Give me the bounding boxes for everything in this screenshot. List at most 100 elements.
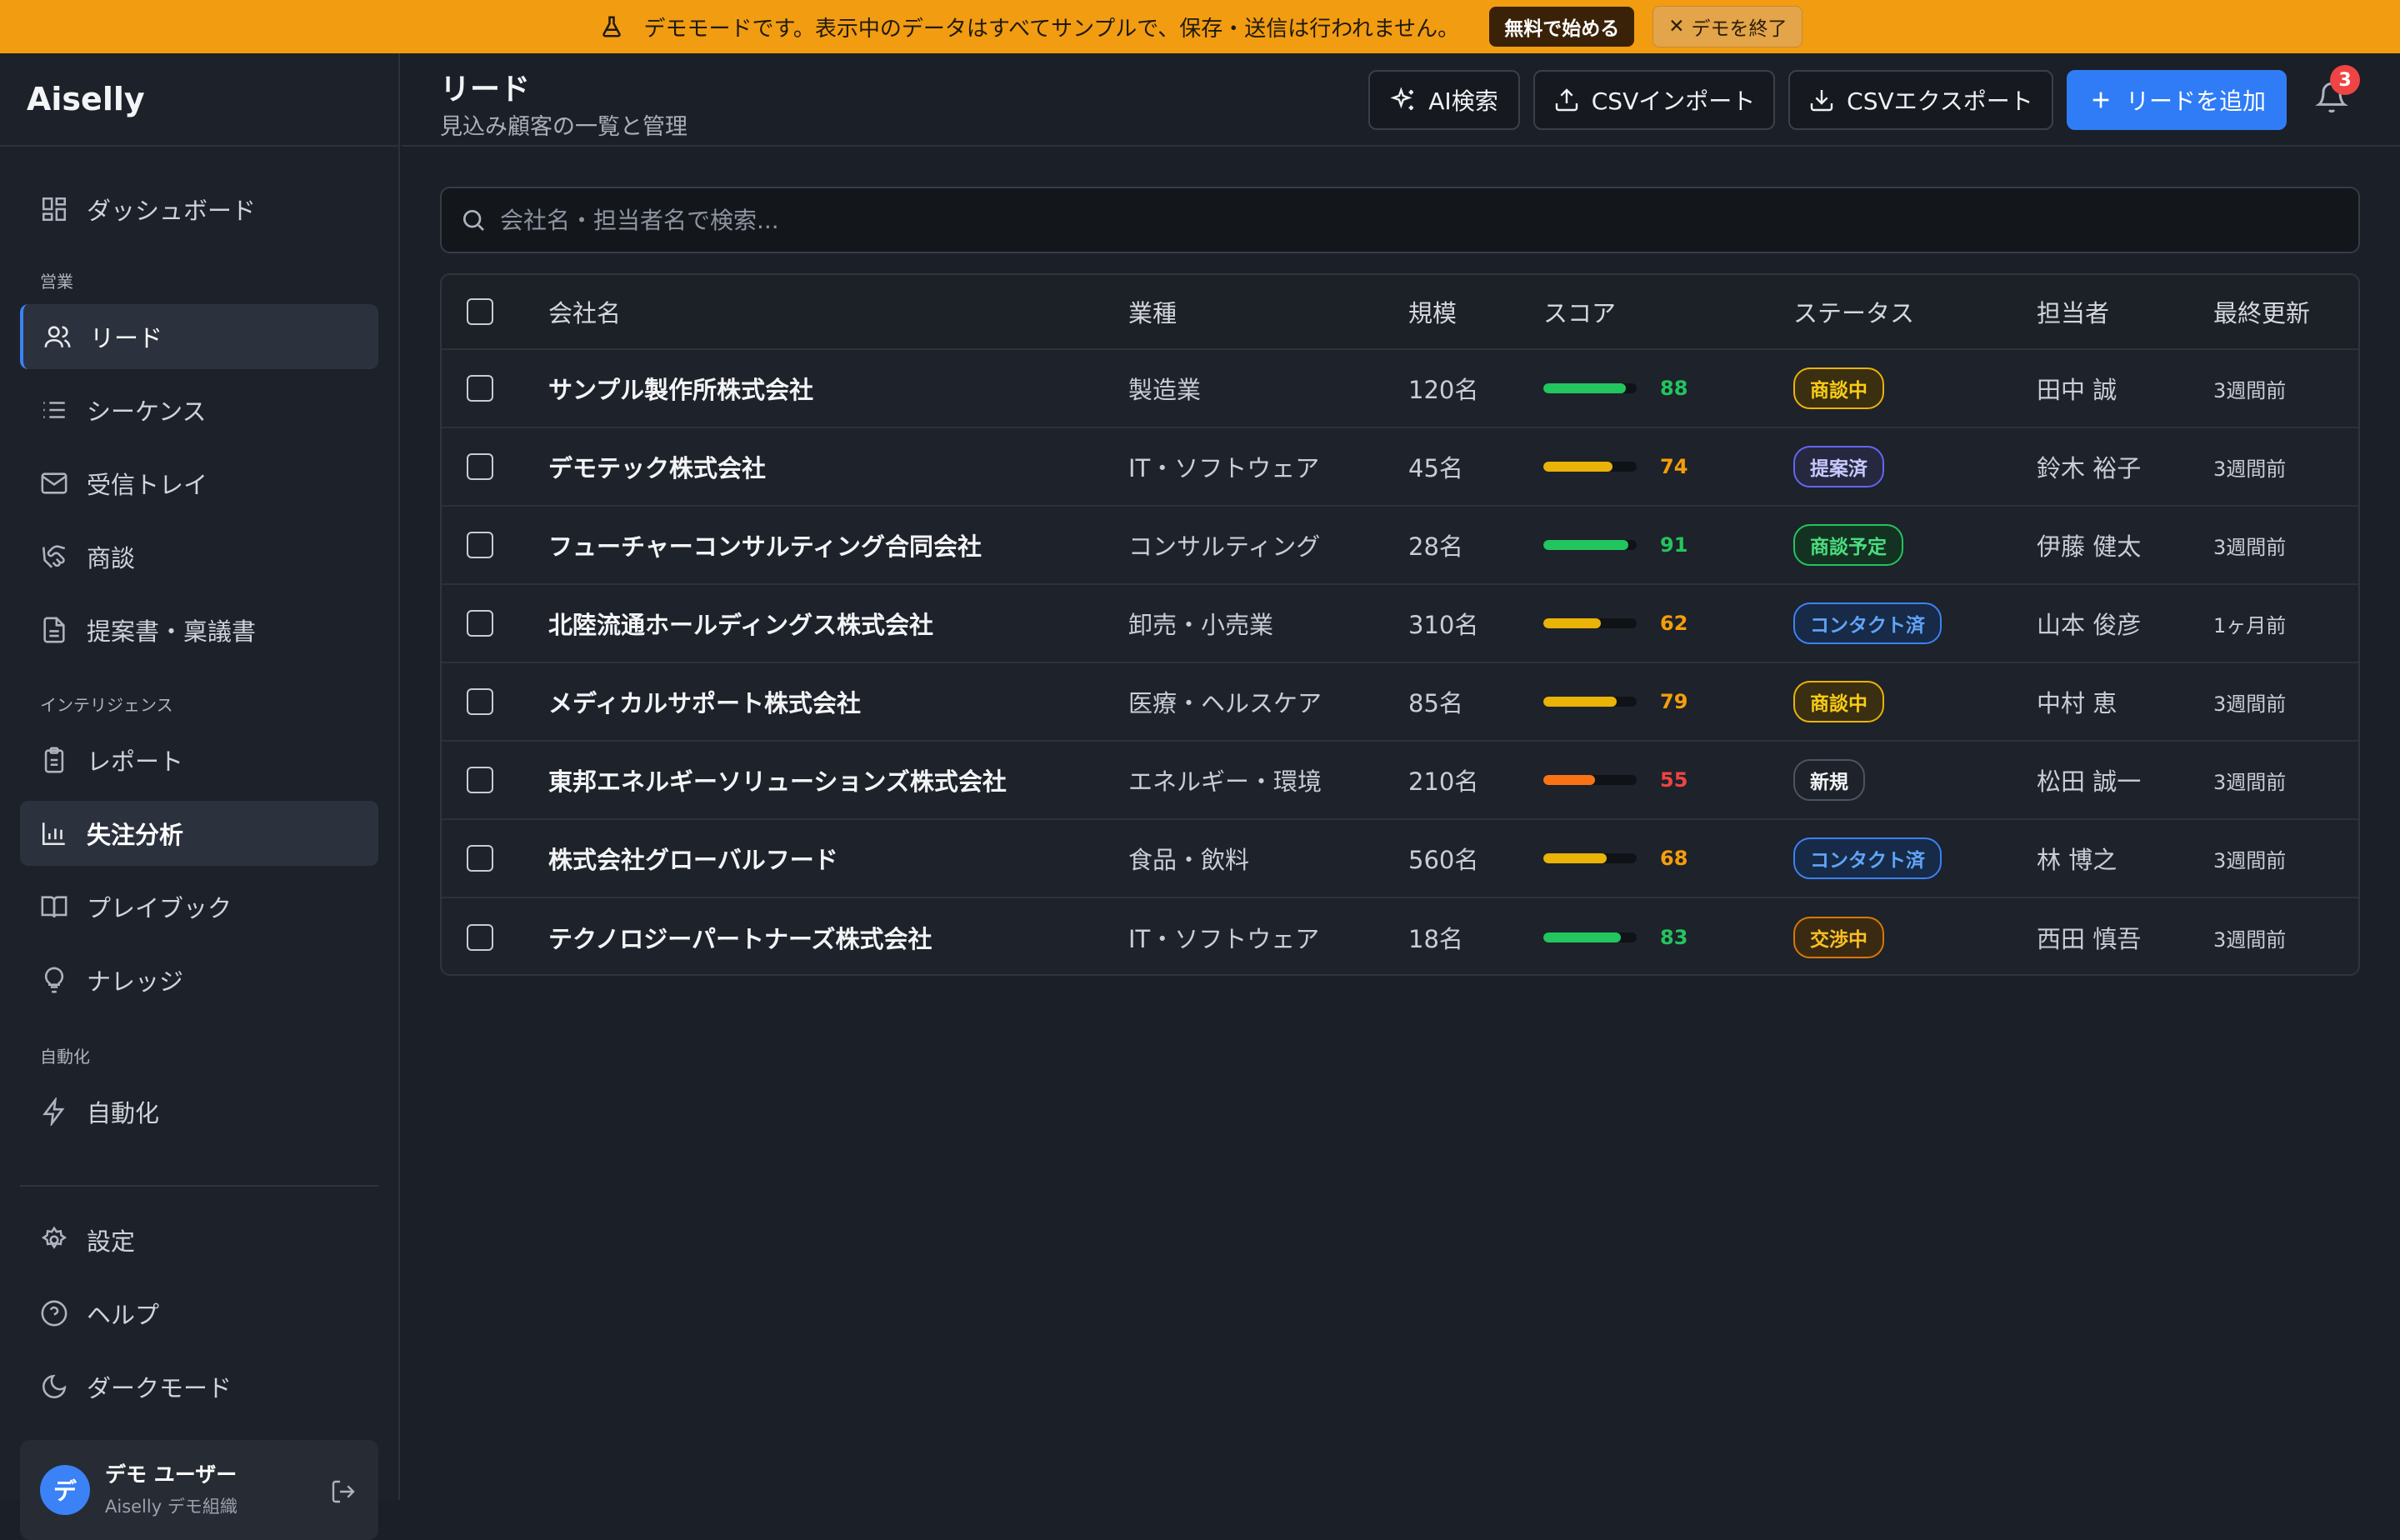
sidebar-item-reports[interactable]: レポート [20, 728, 378, 792]
table-row[interactable]: サンプル製作所株式会社 製造業 120名 88 商談中 田中 誠 3週間前 [442, 350, 2358, 428]
table-row[interactable]: テクノロジーパートナーズ株式会社 IT・ソフトウェア 18名 83 交渉中 西田 慎吾 3週… [442, 898, 2358, 974]
sidebar-item-help[interactable]: ヘルプ [20, 1281, 378, 1346]
download-icon [1810, 90, 1833, 112]
score-bar [1543, 932, 1637, 942]
notification-badge: 3 [2330, 65, 2360, 95]
add-lead-label: リードを追加 [2125, 88, 2266, 115]
sidebar-item-automation[interactable]: 自動化 [20, 1079, 378, 1144]
col-company[interactable]: 会社名 [548, 275, 621, 348]
table-header: 会社名 業種 規模 スコア ステータス 担当者 最終更新 [442, 275, 2358, 350]
row-select-cell [467, 898, 493, 974]
table-row[interactable]: 北陸流通ホールディングス株式会社 卸売・小売業 310名 62 コンタクト済 山本 俊彦 1… [442, 585, 2358, 663]
col-industry[interactable]: 業種 [1128, 275, 1177, 348]
sidebar-item-loss-analysis[interactable]: 失注分析 [20, 801, 378, 866]
sidebar-item-label: 提案書・稟議書 [87, 618, 257, 646]
score-cell: 79 [1543, 663, 1688, 740]
sidebar-item-settings[interactable]: 設定 [20, 1208, 378, 1272]
col-score[interactable]: スコア [1543, 275, 1616, 348]
bar-chart-icon [42, 822, 65, 846]
company-name[interactable]: テクノロジーパートナーズ株式会社 [548, 898, 932, 974]
csv-export-button[interactable]: CSVエクスポート [1788, 70, 2053, 130]
select-all-checkbox[interactable] [467, 298, 493, 325]
company-name[interactable]: 株式会社グローバルフード [548, 820, 838, 897]
handshake-icon [42, 545, 66, 568]
search-input[interactable] [500, 206, 2358, 234]
table-row[interactable]: メディカルサポート株式会社 医療・ヘルスケア 85名 79 商談中 中村 恵 3週間前 [442, 663, 2358, 742]
user-card[interactable]: デ デモ ユーザー Aiselly デモ組織 [20, 1440, 378, 1540]
score-bar [1543, 462, 1637, 472]
company-name[interactable]: フューチャーコンサルティング合同会社 [548, 507, 982, 583]
company-name[interactable]: デモテック株式会社 [548, 428, 766, 505]
company-name[interactable]: メディカルサポート株式会社 [548, 663, 861, 740]
demo-message: デモモードです。表示中のデータはすべてサンプルで、保存・送信は行われません。 [643, 16, 1460, 42]
sidebar-item-dashboard[interactable]: ダッシュボード [20, 177, 378, 242]
score-value: 83 [1660, 926, 1688, 949]
sidebar-item-knowledge[interactable]: ナレッジ [20, 948, 378, 1012]
col-status[interactable]: ステータス [1793, 275, 1914, 348]
search-icon [463, 210, 484, 231]
industry: IT・ソフトウェア [1128, 925, 1320, 953]
company-name[interactable]: 東邦エネルギーソリューションズ株式会社 [548, 742, 1007, 818]
score-bar [1543, 618, 1637, 628]
sidebar-item-inbox[interactable]: 受信トレイ [20, 451, 378, 516]
upload-icon [1555, 88, 1578, 112]
industry: エネルギー・環境 [1128, 768, 1322, 796]
score-value: 62 [1660, 612, 1688, 635]
table-row[interactable]: フューチャーコンサルティング合同会社 コンサルティング 28名 91 商談予定 伊藤 健太… [442, 507, 2358, 585]
sidebar-item-label: 自動化 [87, 1099, 160, 1128]
brand-logo[interactable]: Aiselly [0, 53, 398, 147]
col-size[interactable]: 規模 [1408, 275, 1457, 348]
owner: 田中 誠 [2037, 376, 2118, 404]
add-lead-button[interactable]: リードを追加 [2067, 70, 2287, 130]
score-cell: 55 [1543, 742, 1688, 818]
section-sales: 営業 [40, 272, 73, 292]
avatar: デ [40, 1465, 90, 1515]
score-bar-fill [1543, 697, 1618, 707]
start-free-button[interactable]: 無料で始める [1489, 7, 1635, 47]
row-checkbox[interactable] [467, 845, 493, 872]
status-badge: 商談予定 [1793, 524, 1903, 566]
company-size: 28名 [1408, 532, 1463, 561]
table-row[interactable]: 東邦エネルギーソリューションズ株式会社 エネルギー・環境 210名 55 新規 松田 誠一… [442, 742, 2358, 820]
row-checkbox[interactable] [467, 767, 493, 793]
score-bar-fill [1543, 853, 1608, 863]
company-name[interactable]: 北陸流通ホールディングス株式会社 [548, 585, 933, 662]
company-name[interactable]: サンプル製作所株式会社 [548, 350, 813, 427]
table-row[interactable]: 株式会社グローバルフード 食品・飲料 560名 68 コンタクト済 林 博之 3週間前 [442, 820, 2358, 898]
sidebar-item-dark-mode[interactable]: ダークモード [20, 1354, 378, 1419]
sidebar-item-proposals[interactable]: 提案書・稟議書 [20, 598, 378, 662]
sidebar-item-sequences[interactable]: シーケンス [20, 378, 378, 442]
csv-import-button[interactable]: CSVインポート [1533, 70, 1775, 130]
score-bar-fill [1543, 540, 1628, 550]
row-checkbox[interactable] [467, 924, 493, 951]
owner: 林 博之 [2037, 846, 2118, 874]
last-updated: 1ヶ月前 [2213, 613, 2287, 638]
logout-icon[interactable] [330, 1478, 357, 1505]
col-owner[interactable]: 担当者 [2037, 275, 2109, 348]
status-badge: 交渉中 [1793, 917, 1884, 958]
row-checkbox[interactable] [467, 610, 493, 637]
industry: 食品・飲料 [1128, 846, 1250, 874]
last-updated: 3週間前 [2213, 457, 2287, 481]
score-value: 91 [1660, 533, 1688, 557]
ai-search-button[interactable]: AI検索 [1368, 70, 1520, 130]
row-select-cell [467, 507, 493, 583]
score-cell: 74 [1543, 428, 1688, 505]
sidebar-item-label: 設定 [87, 1228, 136, 1256]
row-checkbox[interactable] [467, 375, 493, 402]
table-row[interactable]: デモテック株式会社 IT・ソフトウェア 45名 74 提案済 鈴木 裕子 3週間前 [442, 428, 2358, 507]
row-checkbox[interactable] [467, 688, 493, 715]
leads-table: 会社名 業種 規模 スコア ステータス 担当者 最終更新 サンプル製作所株式会社… [440, 273, 2360, 976]
row-checkbox[interactable] [467, 532, 493, 558]
row-select-cell [467, 820, 493, 897]
help-icon [41, 1300, 68, 1327]
sidebar-item-playbook[interactable]: プレイブック [20, 874, 378, 939]
score-value: 88 [1660, 377, 1688, 400]
col-updated[interactable]: 最終更新 [2213, 275, 2310, 348]
company-size: 85名 [1408, 689, 1463, 718]
company-size: 120名 [1408, 376, 1479, 404]
row-checkbox[interactable] [467, 453, 493, 480]
sidebar-item-leads[interactable]: リード [20, 304, 378, 369]
end-demo-button[interactable]: ✕ デモを終了 [1652, 6, 1803, 48]
sidebar-item-deals[interactable]: 商談 [20, 524, 378, 589]
